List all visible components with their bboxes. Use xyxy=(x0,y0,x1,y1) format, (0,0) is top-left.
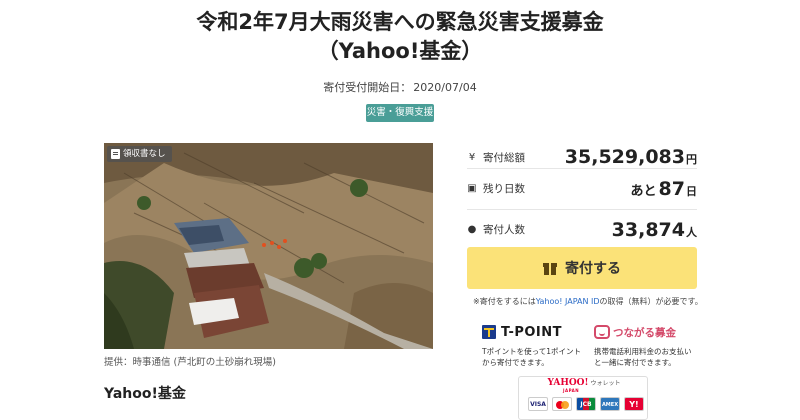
stat-total-value: 35,529,083 xyxy=(564,146,685,168)
stat-donors-unit: 人 xyxy=(686,225,697,239)
mastercard-icon xyxy=(552,397,572,411)
disaster-photo xyxy=(104,143,433,349)
tpoint-desc-line2: から寄付できます。 xyxy=(482,358,549,367)
note-suffix: の取得（無料）が必要です。 xyxy=(599,297,703,306)
yahoo-id-link[interactable]: Yahoo! JAPAN ID xyxy=(536,297,600,306)
tsunagaru-desc-line2: と一緒に寄付できます。 xyxy=(594,358,676,367)
stat-days-value: 87 xyxy=(658,177,685,200)
landslide-image xyxy=(104,143,433,349)
visa-card-icon: VISA xyxy=(528,397,548,411)
tsunagaru-logo: つながる募金 xyxy=(594,324,704,340)
start-date-label: 寄付受付開始日： xyxy=(323,81,412,94)
tpoint-desc-line1: Tポイントを使って1ポイント xyxy=(482,347,581,356)
tpoint-promo[interactable]: T-POINT Tポイントを使って1ポイント から寄付できます。 xyxy=(482,324,592,368)
payment-cards: VISA JCB AMEX Y! xyxy=(528,397,644,411)
receipt-badge: 領収書なし xyxy=(107,146,172,162)
yahoo-wallet-box[interactable]: YAHOO! ウォレット JAPAN VISA JCB AMEX Y! xyxy=(518,376,648,420)
id-requirement-note: ※寄付をするにはYahoo! JAPAN IDの取得（無料）が必要です。 xyxy=(473,296,703,307)
note-prefix: ※寄付をするには xyxy=(473,297,536,306)
tpoint-logo-text: T-POINT xyxy=(501,324,563,340)
category-tag[interactable]: 災害・復興支援 xyxy=(366,104,434,122)
page-title-line2: （Yahoo!基金） xyxy=(317,39,483,63)
person-icon: ● xyxy=(467,224,477,235)
donate-button[interactable]: 寄付する xyxy=(467,247,697,289)
gift-icon xyxy=(543,261,557,275)
photo-caption: 提供：時事通信 (芦北町の土砂崩れ現場) xyxy=(104,357,276,368)
tsunagaru-logo-text: つながる募金 xyxy=(613,326,676,339)
tpoint-icon xyxy=(482,325,496,339)
amex-card-icon: AMEX xyxy=(600,397,620,411)
tsunagaru-desc-line1: 携帯電話利用料金のお支払い xyxy=(594,347,692,356)
yahoo-card-icon: Y! xyxy=(624,397,644,411)
yahoo-wallet-logo: YAHOO! ウォレット JAPAN xyxy=(519,378,649,393)
stat-total-unit: 円 xyxy=(686,153,697,166)
start-date-value: 2020/07/04 xyxy=(413,81,477,94)
start-date: 寄付受付開始日： 2020/07/04 xyxy=(0,79,800,95)
yen-icon: ¥ xyxy=(468,151,476,163)
tsunagaru-promo[interactable]: つながる募金 携帯電話利用料金のお支払い と一緒に寄付できます。 xyxy=(594,324,704,368)
smile-icon xyxy=(594,325,610,339)
page-title-line1: 令和2年7月大雨災害への緊急災害支援募金 xyxy=(196,10,604,34)
stat-donors: ● 寄付人数 33,874人 xyxy=(467,209,697,249)
stat-days-label: 残り日数 xyxy=(483,183,525,195)
jcb-card-icon: JCB xyxy=(576,397,596,411)
stat-donors-value: 33,874 xyxy=(611,218,685,241)
wallet-logo-japan: JAPAN xyxy=(563,388,580,393)
tpoint-logo: T-POINT xyxy=(482,324,592,340)
wallet-logo-suffix: ウォレット xyxy=(590,380,621,387)
stat-total-label: 寄付総額 xyxy=(483,151,525,164)
receipt-badge-label: 領収書なし xyxy=(123,149,166,159)
stat-days-left: ▣ 残り日数 あと 87日 xyxy=(467,168,697,208)
receipt-icon xyxy=(111,149,120,159)
donate-button-label: 寄付する xyxy=(565,261,621,277)
stat-days-prefix: あと xyxy=(630,183,657,199)
stat-donors-label: 寄付人数 xyxy=(483,224,525,236)
stat-days-unit: 日 xyxy=(686,184,697,198)
section-title: Yahoo!基金 xyxy=(104,386,186,402)
wallet-logo-text: YAHOO! xyxy=(547,378,589,388)
calendar-icon: ▣ xyxy=(467,183,477,194)
